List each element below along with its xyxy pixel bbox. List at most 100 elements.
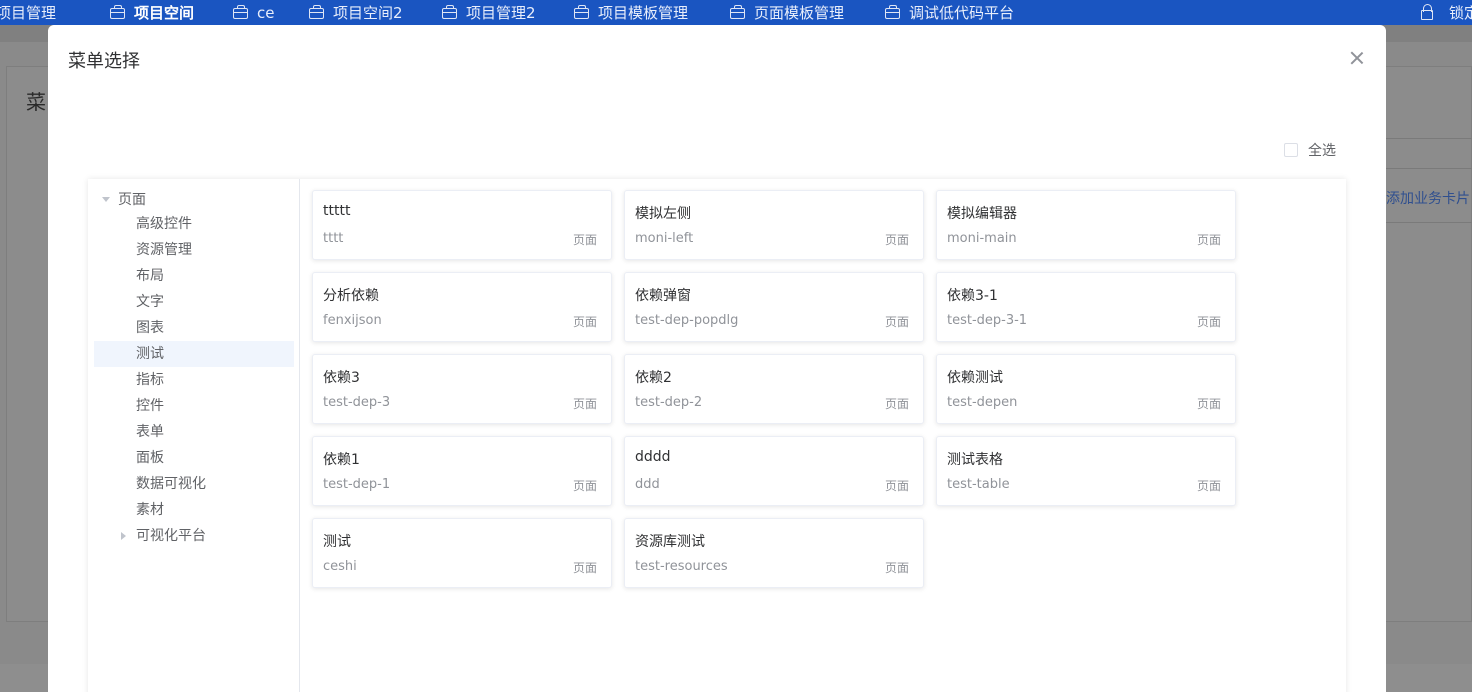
select-all-label: 全选: [1308, 143, 1336, 159]
tree-item-label: 资源管理: [136, 242, 192, 258]
tree-root-node[interactable]: 页面: [102, 190, 146, 208]
card-code: moni-main: [947, 231, 1017, 246]
nav-tab-label: 项目空间2: [333, 4, 403, 22]
tree-item-label: 图表: [136, 320, 164, 336]
tree-root-label: 页面: [118, 192, 146, 208]
card-title: 测试: [323, 534, 351, 550]
card-title: 模拟编辑器: [947, 206, 1017, 222]
tree-item[interactable]: 文字: [94, 289, 294, 315]
card-type: 页面: [1196, 233, 1221, 247]
card-code: test-dep-1: [323, 477, 391, 492]
lock-button[interactable]: 锁定: [1449, 3, 1472, 23]
page-card[interactable]: 依赖2 test-dep-2 页面: [624, 354, 924, 424]
card-type: 页面: [572, 397, 597, 411]
tree-item-label: 数据可视化: [136, 476, 206, 492]
card-code: ceshi: [323, 559, 357, 574]
card-title: 分析依赖: [323, 288, 379, 304]
card-title: 依赖弹窗: [635, 288, 691, 304]
divider: [1386, 222, 1472, 223]
nav-tab-ce[interactable]: ce: [233, 3, 274, 23]
page-card[interactable]: dddd ddd 页面: [624, 436, 924, 506]
page-card[interactable]: 依赖测试 test-depen 页面: [936, 354, 1236, 424]
briefcase-icon: [442, 4, 457, 19]
add-business-card-link[interactable]: 添加业务卡片: [1386, 188, 1470, 208]
card-code: test-depen: [947, 395, 1018, 410]
card-type: 页面: [572, 315, 597, 329]
caret-down-icon[interactable]: [102, 196, 110, 202]
page-card[interactable]: 依赖1 test-dep-1 页面: [312, 436, 612, 506]
card-code: test-dep-popdlg: [635, 313, 739, 328]
card-code: tttt: [323, 231, 344, 246]
tree-item[interactable]: 数据可视化: [94, 471, 294, 497]
page-card[interactable]: 依赖3 test-dep-3 页面: [312, 354, 612, 424]
card-type: 页面: [1196, 479, 1221, 493]
nav-tab-project-space-2[interactable]: 项目空间2: [309, 3, 403, 23]
tree-item[interactable]: 高级控件: [94, 211, 294, 237]
page-card[interactable]: 依赖3-1 test-dep-3-1 页面: [936, 272, 1236, 342]
nav-tab-lowcode-debug[interactable]: 调试低代码平台: [885, 3, 1014, 23]
background-page-title: 菜: [26, 90, 46, 114]
nav-tab-project-space[interactable]: 项目空间: [110, 3, 194, 23]
card-title: dddd: [635, 449, 671, 465]
page-card[interactable]: 依赖弹窗 test-dep-popdlg 页面: [624, 272, 924, 342]
caret-right-icon[interactable]: [121, 532, 126, 540]
card-title: 依赖3-1: [947, 288, 998, 304]
page-card[interactable]: 模拟编辑器 moni-main 页面: [936, 190, 1236, 260]
page-card[interactable]: 模拟左侧 moni-left 页面: [624, 190, 924, 260]
tree-item[interactable]: 布局: [94, 263, 294, 289]
card-type: 页面: [884, 233, 909, 247]
nav-tab-project-management-2[interactable]: 项目管理2: [442, 3, 536, 23]
tree-item[interactable]: 资源管理: [94, 237, 294, 263]
card-title: 依赖测试: [947, 370, 1003, 386]
tree-item-label: 面板: [136, 450, 164, 466]
tree-item[interactable]: 表单: [94, 419, 294, 445]
tree-item[interactable]: 控件: [94, 393, 294, 419]
lock-label: 锁定: [1449, 4, 1472, 22]
nav-tab-project-template-management[interactable]: 项目模板管理: [574, 3, 688, 23]
divider: [1386, 168, 1472, 169]
tree-item-label: 素材: [136, 502, 164, 518]
card-title: 依赖1: [323, 452, 360, 468]
briefcase-icon: [574, 4, 589, 19]
tree-item[interactable]: 素材: [94, 497, 294, 523]
card-code: ddd: [635, 477, 660, 492]
tree-item-label: 表单: [136, 424, 164, 440]
card-title: 依赖3: [323, 370, 360, 386]
card-title: ttttt: [323, 203, 351, 219]
nav-tab-label: 项目空间: [134, 4, 195, 22]
page-card[interactable]: 测试 ceshi 页面: [312, 518, 612, 588]
page-card[interactable]: 测试表格 test-table 页面: [936, 436, 1236, 506]
page-card[interactable]: 分析依赖 fenxijson 页面: [312, 272, 612, 342]
card-code: test-table: [947, 477, 1010, 492]
tree-item-expandable[interactable]: 可视化平台: [94, 523, 294, 549]
card-title: 模拟左侧: [635, 206, 691, 222]
card-type: 页面: [884, 561, 909, 575]
menu-select-dialog: 菜单选择 全选 页面 高级控件 资源管理 布局 文字 图表 测试 指标 控件 表…: [48, 25, 1386, 692]
card-type: 页面: [884, 397, 909, 411]
card-type: 页面: [884, 315, 909, 329]
page-card[interactable]: 资源库测试 test-resources 页面: [624, 518, 924, 588]
tree-item-label: 高级控件: [136, 216, 192, 232]
close-icon[interactable]: [1348, 49, 1366, 67]
page-card[interactable]: ttttt tttt 页面: [312, 190, 612, 260]
tree-item-label: 可视化平台: [136, 528, 206, 544]
card-type: 页面: [572, 561, 597, 575]
select-all-checkbox[interactable]: 全选: [1284, 140, 1336, 160]
top-navigation: 项目管理 项目空间 ce 项目空间2 项目管理2 项目模板管理 页面模板管理 调…: [0, 0, 1472, 25]
divider: [1386, 138, 1472, 139]
tree-item[interactable]: 面板: [94, 445, 294, 471]
lock-icon[interactable]: [1421, 4, 1433, 20]
nav-tab-page-template-management[interactable]: 页面模板管理: [730, 3, 844, 23]
nav-tab-project-management[interactable]: 项目管理: [0, 3, 56, 23]
menu-panel: 页面 高级控件 资源管理 布局 文字 图表 测试 指标 控件 表单 面板 数据可…: [88, 179, 1346, 692]
card-title: 资源库测试: [635, 534, 705, 550]
tree-item[interactable]: 指标: [94, 367, 294, 393]
tree-item[interactable]: 图表: [94, 315, 294, 341]
tree-item-label: 布局: [136, 268, 164, 284]
category-tree: 页面 高级控件 资源管理 布局 文字 图表 测试 指标 控件 表单 面板 数据可…: [88, 179, 300, 692]
tree-item-label: 控件: [136, 398, 164, 414]
card-code: fenxijson: [323, 313, 382, 328]
checkbox-box[interactable]: [1284, 143, 1298, 157]
tree-item-selected[interactable]: 测试: [94, 341, 294, 367]
nav-tab-label: 项目管理: [0, 4, 57, 22]
